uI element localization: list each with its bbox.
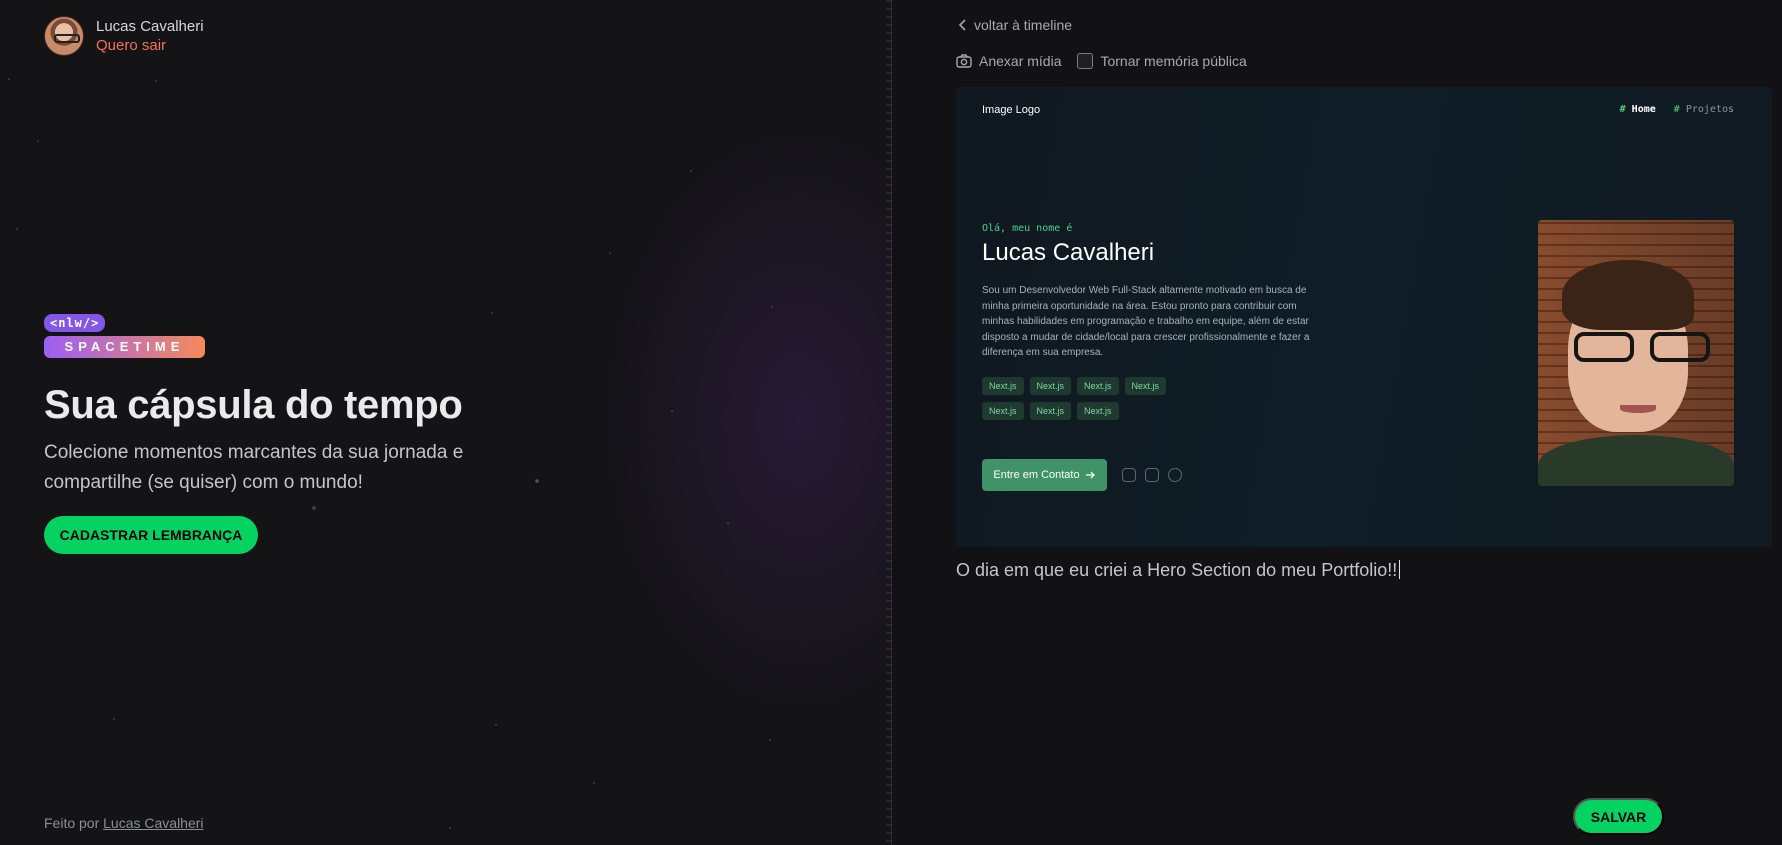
back-to-timeline-link[interactable]: voltar à timeline bbox=[958, 17, 1072, 33]
attach-media-label: Anexar mídia bbox=[979, 53, 1062, 69]
right-panel: voltar à timeline Anexar mídia Tornar me… bbox=[892, 0, 1782, 845]
footer-author-link[interactable]: Lucas Cavalheri bbox=[103, 815, 203, 831]
hero-title: Sua cápsula do tempo bbox=[44, 383, 463, 427]
nlw-badge: <nlw/> bbox=[44, 314, 106, 332]
preview-tags: Next.js Next.js Next.js Next.js Next.js … bbox=[982, 377, 1202, 420]
public-memory-label: Tornar memória pública bbox=[1100, 53, 1247, 69]
camera-icon bbox=[956, 54, 972, 68]
spacetime-wordmark: SPACETIME bbox=[44, 336, 205, 358]
preview-tag: Next.js bbox=[1077, 377, 1119, 395]
public-memory-toggle[interactable]: Tornar memória pública bbox=[1077, 53, 1247, 69]
attach-media-button[interactable]: Anexar mídia bbox=[956, 53, 1061, 69]
user-profile: Lucas Cavalheri Quero sair bbox=[44, 16, 204, 56]
preview-nav-home: # Home bbox=[1619, 104, 1656, 115]
preview-social-icons bbox=[1122, 468, 1182, 482]
github-icon bbox=[1122, 468, 1136, 482]
preview-contact-button: Entre em Contato bbox=[982, 459, 1107, 491]
memory-content-textarea[interactable]: O dia em que eu criei a Hero Section do … bbox=[956, 560, 1400, 581]
preview-nav: # Home # Projetos bbox=[1620, 104, 1734, 115]
nlw-spacetime-logo: <nlw/> SPACETIME bbox=[44, 314, 205, 358]
public-memory-checkbox[interactable] bbox=[1077, 53, 1094, 69]
preview-logo: Image Logo bbox=[982, 104, 1041, 116]
avatar bbox=[44, 16, 84, 56]
logout-link[interactable]: Quero sair bbox=[96, 37, 204, 54]
left-panel: Lucas Cavalheri Quero sair <nlw/> SPACET… bbox=[0, 0, 891, 845]
preview-profile-photo bbox=[1538, 220, 1734, 486]
preview-tag: Next.js bbox=[1077, 402, 1119, 420]
preview-tag: Next.js bbox=[1029, 377, 1072, 395]
preview-greeting: Olá, meu nome é bbox=[982, 223, 1073, 234]
preview-tag: Next.js bbox=[982, 377, 1024, 395]
preview-tag: Next.js bbox=[1124, 377, 1167, 395]
preview-nav-projects: # Projetos bbox=[1673, 104, 1734, 115]
preview-tag: Next.js bbox=[982, 402, 1024, 420]
memory-toolbar: Anexar mídia Tornar memória pública bbox=[956, 53, 1247, 69]
save-button[interactable]: SALVAR bbox=[1573, 798, 1664, 835]
preview-name: Lucas Cavalheri bbox=[982, 239, 1155, 266]
preview-tag: Next.js bbox=[1029, 402, 1072, 420]
arrow-right-icon bbox=[1085, 471, 1095, 479]
user-name: Lucas Cavalheri bbox=[96, 18, 204, 35]
linkedin-icon bbox=[1145, 468, 1159, 482]
register-memory-button[interactable]: CADASTRAR LEMBRANÇA bbox=[44, 516, 258, 554]
preview-description: Sou um Desenvolvedor Web Full-Stack alta… bbox=[982, 285, 1310, 358]
chevron-left-icon bbox=[958, 19, 966, 31]
footer-credit: Feito por Lucas Cavalheri bbox=[44, 815, 204, 831]
whatsapp-icon bbox=[1168, 468, 1182, 482]
footer-prefix: Feito por bbox=[44, 815, 100, 831]
media-preview: Image Logo # Home # Projetos Olá, meu no… bbox=[956, 87, 1772, 547]
preview-contact-label: Entre em Contato bbox=[993, 469, 1080, 481]
back-label: voltar à timeline bbox=[974, 17, 1073, 33]
hero-subtitle: Colecione momentos marcantes da sua jorn… bbox=[44, 442, 464, 493]
